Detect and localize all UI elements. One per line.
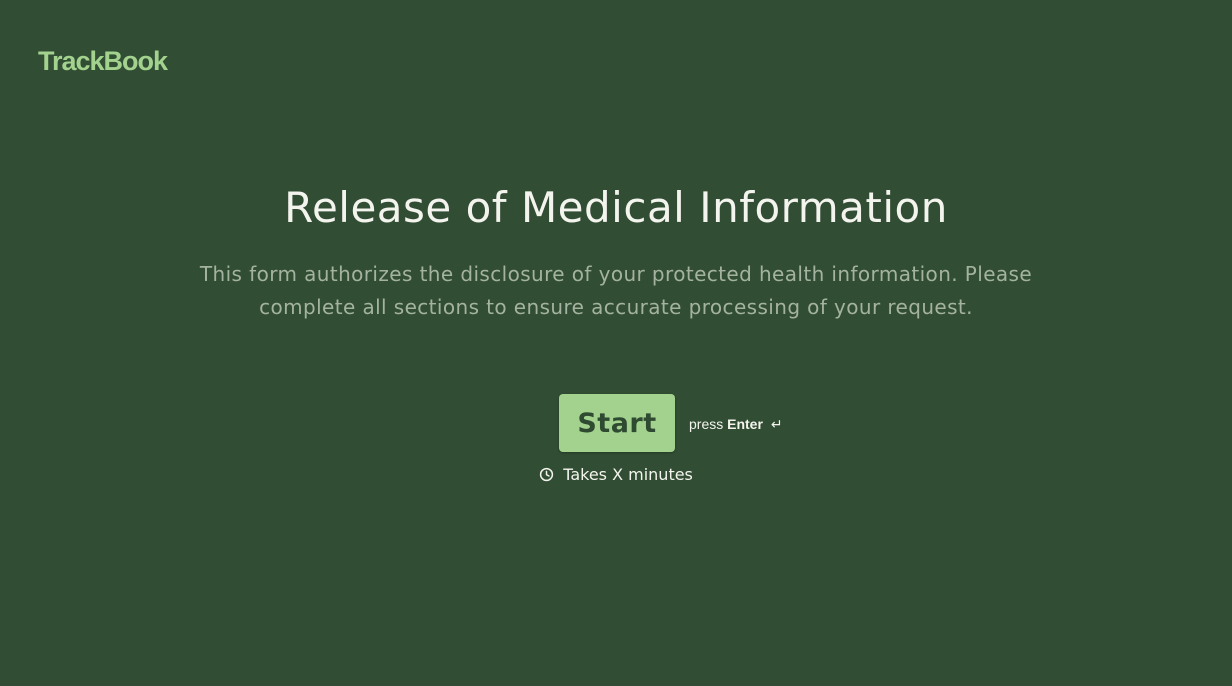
brand-logo: TrackBook (38, 46, 168, 76)
page-title: Release of Medical Information (284, 183, 948, 232)
page-description: This form authorizes the disclosure of y… (199, 262, 1033, 319)
welcome-content: Release of Medical Information This form… (0, 180, 1232, 324)
duration-label: Takes X minutes (563, 465, 693, 484)
press-label: press (689, 416, 724, 432)
enter-key-label: Enter (727, 416, 763, 432)
clock-icon (539, 467, 554, 487)
duration-info: Takes X minutes (0, 465, 1232, 487)
enter-key-hint: press Enter ↵ (689, 415, 783, 434)
start-button[interactable]: Start (559, 394, 675, 452)
enter-icon: ↵ (770, 417, 783, 433)
welcome-screen: TrackBook Release of Medical Information… (0, 0, 1232, 686)
start-row: Start press Enter ↵ (0, 394, 1232, 452)
